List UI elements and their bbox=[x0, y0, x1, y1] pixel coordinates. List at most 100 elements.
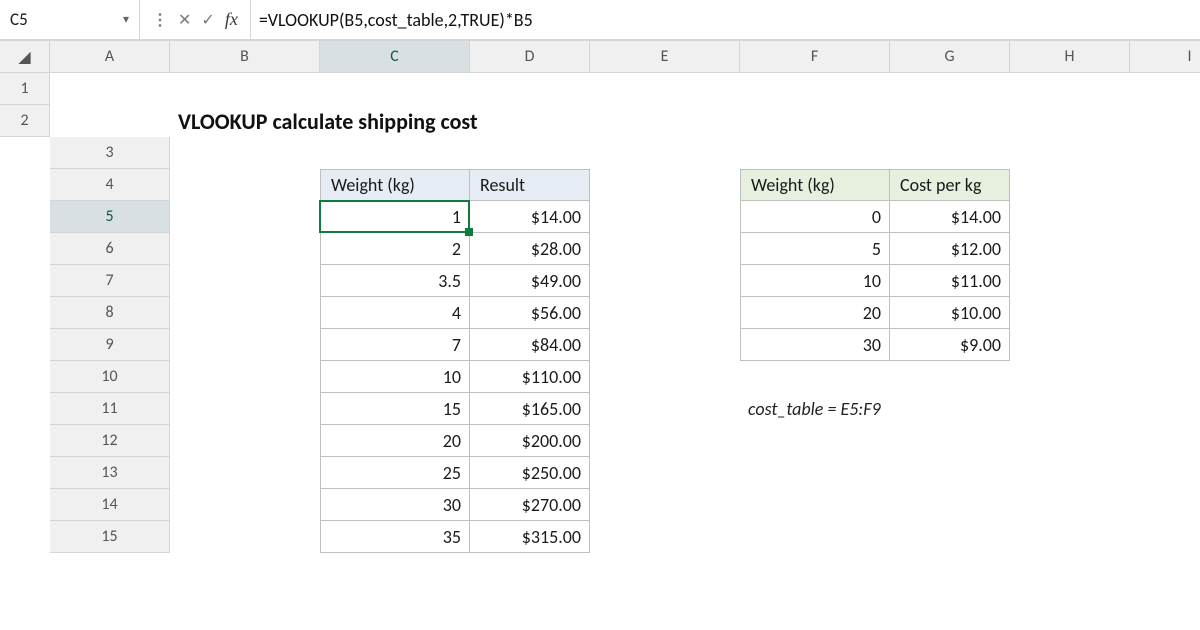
cell[interactable] bbox=[170, 361, 320, 393]
cell[interactable] bbox=[0, 297, 50, 329]
cell[interactable] bbox=[0, 553, 50, 585]
cancel-icon[interactable]: ✕ bbox=[178, 10, 191, 30]
cell[interactable] bbox=[890, 137, 1010, 169]
cell[interactable] bbox=[1010, 105, 1130, 137]
table-cell[interactable]: 30 bbox=[740, 329, 890, 361]
cell[interactable] bbox=[170, 137, 320, 169]
cell[interactable] bbox=[740, 425, 890, 457]
cell[interactable] bbox=[590, 73, 740, 105]
table-cell[interactable]: 10 bbox=[320, 361, 470, 393]
table-cell[interactable]: 10 bbox=[740, 265, 890, 297]
col-header-E[interactable]: E bbox=[590, 41, 740, 73]
table-cell[interactable]: $12.00 bbox=[890, 233, 1010, 265]
cell[interactable] bbox=[1010, 361, 1130, 393]
cell[interactable] bbox=[170, 265, 320, 297]
cell[interactable] bbox=[1130, 169, 1200, 201]
cell[interactable] bbox=[590, 201, 740, 233]
table-cell[interactable]: $28.00 bbox=[470, 233, 590, 265]
cell[interactable] bbox=[170, 233, 320, 265]
cell[interactable] bbox=[0, 489, 50, 521]
cell[interactable] bbox=[740, 457, 890, 489]
table-cell[interactable]: $165.00 bbox=[470, 393, 590, 425]
page-title[interactable]: VLOOKUP calculate shipping cost bbox=[170, 105, 890, 137]
cell[interactable] bbox=[890, 457, 1010, 489]
cell[interactable] bbox=[890, 73, 1010, 105]
table-header[interactable]: Result bbox=[470, 169, 590, 201]
cell[interactable] bbox=[470, 73, 590, 105]
table-cell[interactable]: 0 bbox=[740, 201, 890, 233]
cell[interactable] bbox=[1130, 425, 1200, 457]
table-cell[interactable]: 15 bbox=[320, 393, 470, 425]
cell[interactable] bbox=[170, 393, 320, 425]
table-cell[interactable]: $110.00 bbox=[470, 361, 590, 393]
col-header-I[interactable]: I bbox=[1130, 41, 1200, 73]
table-header[interactable]: Weight (kg) bbox=[740, 169, 890, 201]
table-cell[interactable]: 5 bbox=[740, 233, 890, 265]
cell[interactable] bbox=[590, 169, 740, 201]
table-cell[interactable]: $250.00 bbox=[470, 457, 590, 489]
table-cell[interactable]: $14.00 bbox=[470, 201, 590, 233]
table-cell[interactable]: $10.00 bbox=[890, 297, 1010, 329]
cell[interactable] bbox=[0, 169, 50, 201]
cell[interactable] bbox=[0, 265, 50, 297]
cell[interactable] bbox=[1010, 521, 1130, 553]
formula-input[interactable]: =VLOOKUP(B5,cost_table,2,TRUE)*B5 bbox=[250, 0, 1200, 39]
cell[interactable] bbox=[0, 361, 50, 393]
table-cell[interactable]: 2 bbox=[320, 233, 470, 265]
cell[interactable] bbox=[740, 521, 890, 553]
cell[interactable] bbox=[590, 233, 740, 265]
cell[interactable] bbox=[170, 169, 320, 201]
cell[interactable] bbox=[890, 425, 1010, 457]
cell[interactable] bbox=[1010, 457, 1130, 489]
row-header[interactable]: 11 bbox=[50, 393, 170, 425]
cell[interactable] bbox=[590, 361, 740, 393]
cell[interactable] bbox=[1010, 73, 1130, 105]
table-cell[interactable]: 20 bbox=[740, 297, 890, 329]
table-cell[interactable]: $11.00 bbox=[890, 265, 1010, 297]
row-header[interactable]: 9 bbox=[50, 329, 170, 361]
col-header-G[interactable]: G bbox=[890, 41, 1010, 73]
cell[interactable] bbox=[740, 137, 890, 169]
cell[interactable] bbox=[170, 297, 320, 329]
cell[interactable] bbox=[170, 73, 320, 105]
cell[interactable] bbox=[320, 137, 470, 169]
cell[interactable] bbox=[1130, 233, 1200, 265]
cell[interactable] bbox=[590, 329, 740, 361]
cell[interactable] bbox=[1010, 489, 1130, 521]
cell[interactable] bbox=[1130, 361, 1200, 393]
cell[interactable] bbox=[1130, 329, 1200, 361]
cell[interactable] bbox=[170, 425, 320, 457]
cell[interactable] bbox=[1130, 105, 1200, 137]
table-cell[interactable]: 3.5 bbox=[320, 265, 470, 297]
cell[interactable] bbox=[740, 489, 890, 521]
cell[interactable] bbox=[0, 233, 50, 265]
table-cell[interactable]: $200.00 bbox=[470, 425, 590, 457]
cell[interactable] bbox=[0, 329, 50, 361]
cell[interactable] bbox=[50, 105, 170, 137]
cell[interactable] bbox=[740, 361, 890, 393]
cell[interactable] bbox=[170, 201, 320, 233]
cell[interactable] bbox=[890, 521, 1010, 553]
cell[interactable] bbox=[1130, 201, 1200, 233]
cell[interactable] bbox=[1130, 265, 1200, 297]
table-cell[interactable]: $84.00 bbox=[470, 329, 590, 361]
table-cell[interactable]: 7 bbox=[320, 329, 470, 361]
enter-icon[interactable]: ✓ bbox=[201, 10, 214, 30]
row-header[interactable]: 2 bbox=[0, 105, 50, 137]
row-header[interactable]: 1 bbox=[0, 73, 50, 105]
cell[interactable] bbox=[1010, 425, 1130, 457]
row-header[interactable]: 6 bbox=[50, 233, 170, 265]
table-header[interactable]: Cost per kg bbox=[890, 169, 1010, 201]
cell[interactable] bbox=[0, 137, 50, 169]
cell[interactable] bbox=[1010, 329, 1130, 361]
table-cell[interactable]: $49.00 bbox=[470, 265, 590, 297]
cell[interactable] bbox=[590, 425, 740, 457]
cell[interactable] bbox=[50, 73, 170, 105]
table-cell[interactable]: $315.00 bbox=[470, 521, 590, 553]
col-header-F[interactable]: F bbox=[740, 41, 890, 73]
row-header[interactable]: 12 bbox=[50, 425, 170, 457]
cell[interactable] bbox=[590, 137, 740, 169]
cell[interactable] bbox=[890, 361, 1010, 393]
table-cell[interactable]: 20 bbox=[320, 425, 470, 457]
chevron-down-icon[interactable]: ▾ bbox=[123, 12, 129, 27]
